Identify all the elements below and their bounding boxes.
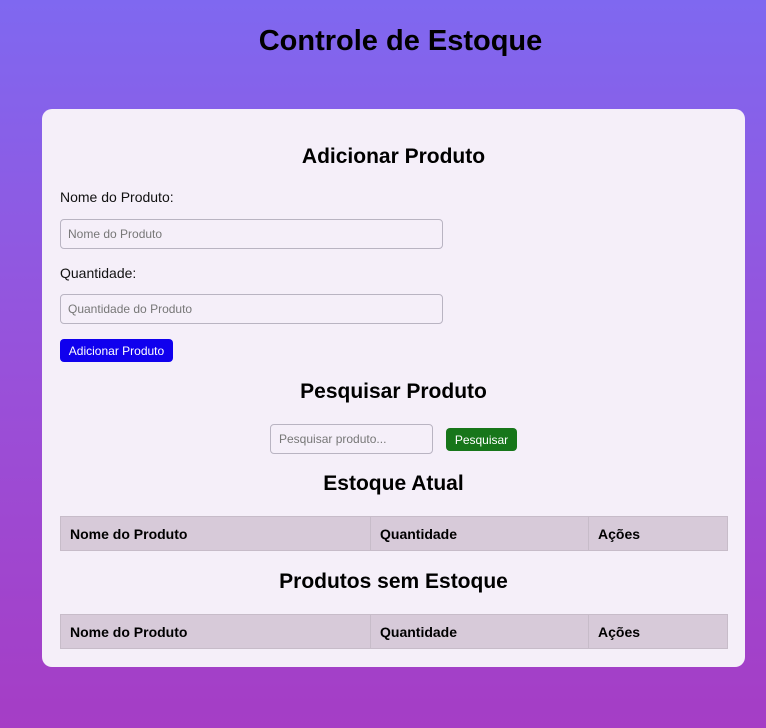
table-header-row: Nome do Produto Quantidade Ações: [60, 516, 728, 551]
column-header-quantity: Quantidade: [370, 614, 589, 649]
current-stock-table: Nome do Produto Quantidade Ações: [60, 516, 728, 551]
search-button[interactable]: Pesquisar: [446, 428, 517, 451]
out-of-stock-table: Nome do Produto Quantidade Ações: [60, 614, 728, 649]
product-name-label: Nome do Produto:: [60, 189, 174, 205]
quantity-input[interactable]: [60, 294, 443, 324]
column-header-actions: Ações: [588, 614, 728, 649]
add-product-button[interactable]: Adicionar Produto: [60, 339, 173, 362]
search-product-title: Pesquisar Produto: [300, 380, 487, 403]
column-header-product-name: Nome do Produto: [60, 614, 371, 649]
column-header-product-name: Nome do Produto: [60, 516, 371, 551]
quantity-label: Quantidade:: [60, 265, 137, 281]
add-product-title: Adicionar Produto: [301, 145, 486, 168]
column-header-actions: Ações: [588, 516, 728, 551]
inventory-card: Adicionar Produto Nome do Produto: Quant…: [42, 109, 745, 667]
current-stock-title: Estoque Atual: [323, 472, 464, 495]
product-name-input[interactable]: [60, 219, 443, 249]
column-header-quantity: Quantidade: [370, 516, 589, 551]
page-title: Controle de Estoque: [258, 25, 543, 57]
search-input[interactable]: [270, 424, 433, 454]
table-header-row: Nome do Produto Quantidade Ações: [60, 614, 728, 649]
out-of-stock-title: Produtos sem Estoque: [279, 570, 508, 593]
